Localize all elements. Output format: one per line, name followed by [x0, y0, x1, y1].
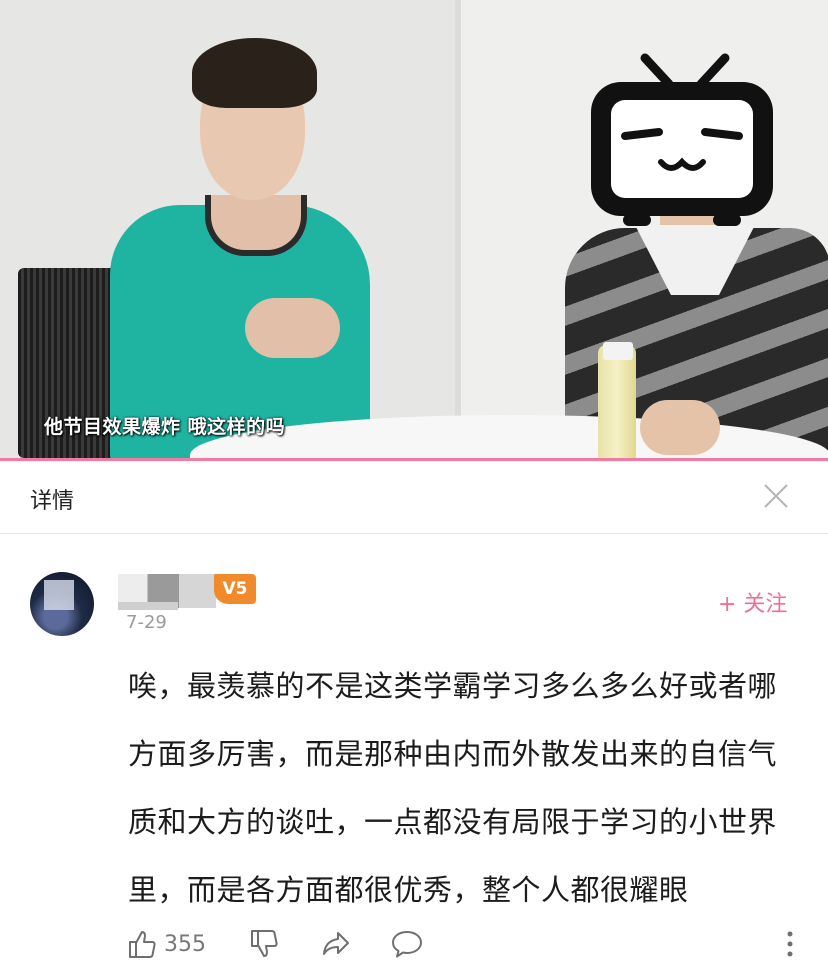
comment-line: 唉，最羡慕的不是这类学霸学习多么多么好或者哪: [128, 669, 778, 703]
video-frame[interactable]: 他节目效果爆炸 哦这样的吗: [0, 0, 828, 460]
detail-title: 详情: [30, 489, 75, 514]
like-count: 355: [164, 932, 206, 957]
person-left-neck: [205, 195, 307, 256]
bottle-cap: [603, 342, 633, 360]
comment-line: 质和大方的谈吐，一点都没有局限于学习的小世界: [128, 805, 778, 839]
bilibili-tv-icon: [591, 53, 773, 226]
comment-icon[interactable]: [390, 928, 424, 960]
drink-bottle: [598, 345, 636, 460]
person-left-hands: [245, 298, 340, 358]
video-subtitle: 他节目效果爆炸 哦这样的吗: [44, 416, 286, 438]
level-badge: V5: [214, 574, 256, 604]
comment-date: 7-29: [126, 612, 167, 633]
person-left-hair: [192, 38, 317, 108]
follow-button[interactable]: + 关注: [718, 586, 787, 618]
comment-action-bar: 355: [0, 920, 828, 970]
comment-line: 里，而是各方面都很优秀，整个人都很耀眼: [128, 873, 689, 907]
username-blurred-underline: [118, 602, 178, 610]
avatar[interactable]: [30, 572, 94, 636]
detail-header: 详情: [0, 461, 828, 534]
more-vertical-icon[interactable]: [782, 928, 798, 960]
wall-corner: [455, 0, 461, 460]
person-right-hand: [640, 400, 720, 455]
close-icon[interactable]: [760, 480, 792, 512]
thumbs-up-icon[interactable]: [126, 928, 158, 960]
share-icon[interactable]: [320, 928, 352, 960]
thumbs-down-icon[interactable]: [248, 928, 280, 960]
comment-text: 唉，最羡慕的不是这类学霸学习多么多么好或者哪 方面多厉害，而是那种由内而外散发出…: [128, 652, 808, 924]
comment-line: 方面多厉害，而是那种由内而外散发出来的自信气: [128, 737, 778, 771]
